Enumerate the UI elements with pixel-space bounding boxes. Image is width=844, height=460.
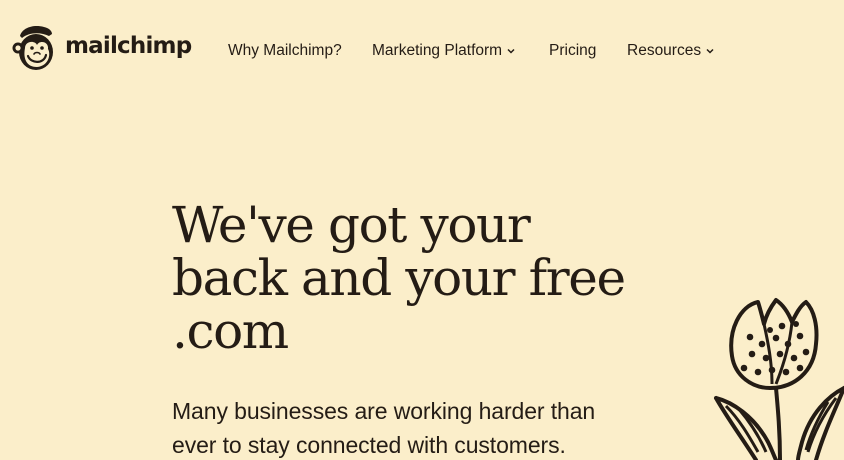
- hero-subtitle-line: Many businesses are working harder than: [172, 398, 596, 424]
- hero-subtitle-line: ever to stay connected with customers.: [172, 432, 566, 458]
- chevron-down-icon: [706, 48, 714, 54]
- nav-why-mailchimp[interactable]: Why Mailchimp?: [228, 41, 342, 61]
- hero-title-line: back and your free: [172, 249, 626, 307]
- hero-title-line: We've got your: [172, 196, 531, 254]
- nav-resources[interactable]: Resources: [627, 41, 714, 61]
- nav-pricing[interactable]: Pricing: [549, 41, 596, 61]
- site-header: mailchimp Why Mailchimp? Marketing Platf…: [0, 0, 844, 100]
- brand-wordmark: mailchimp: [65, 32, 192, 59]
- hero-title-line: .com: [172, 302, 289, 360]
- hero-title: We've got your back and your free .com: [172, 199, 642, 358]
- brand-logo[interactable]: mailchimp: [11, 21, 192, 73]
- nav-marketing-platform[interactable]: Marketing Platform: [372, 41, 515, 61]
- tulip-flower-illustration: [714, 298, 844, 460]
- hero-subtitle: Many businesses are working harder than …: [172, 394, 642, 460]
- chevron-down-icon: [507, 48, 515, 54]
- nav-label: Why Mailchimp?: [228, 42, 342, 59]
- freddie-chimp-icon: [12, 26, 53, 70]
- hero-block: We've got your back and your free .com: [172, 199, 672, 358]
- nav-label: Pricing: [549, 42, 597, 59]
- nav-label: Resources: [627, 42, 702, 59]
- nav-label: Marketing Platform: [372, 42, 503, 59]
